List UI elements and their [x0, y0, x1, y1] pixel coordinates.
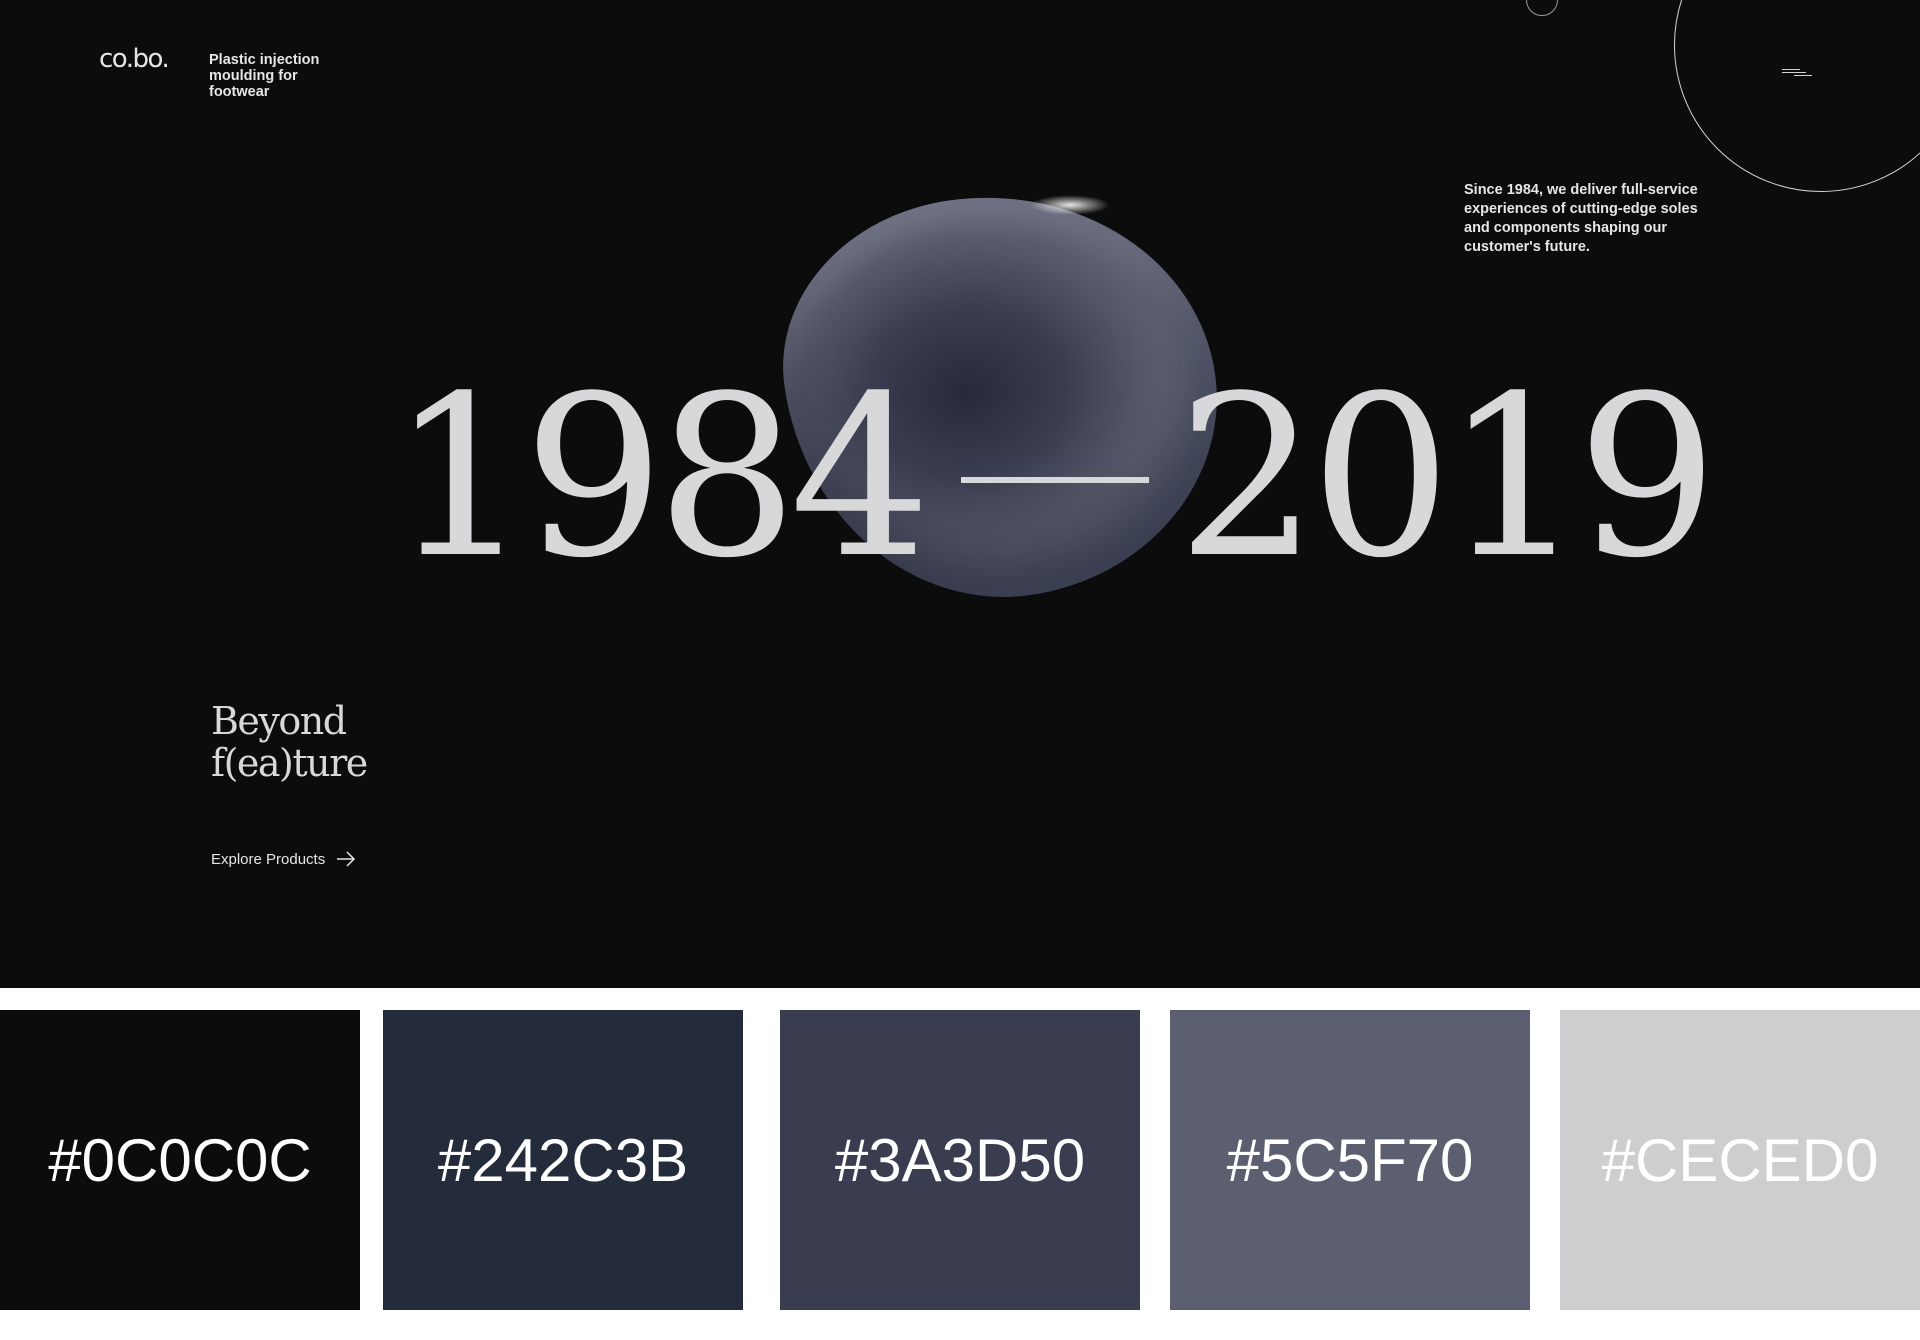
menu-line [1794, 75, 1812, 76]
explore-products-label: Explore Products [211, 850, 326, 868]
color-swatch: #5C5F70 [1170, 1010, 1530, 1310]
color-swatch: #CECED0 [1560, 1010, 1920, 1310]
brand-logo[interactable]: co.bo. [99, 44, 170, 74]
tagline-line: footwear [209, 84, 270, 100]
tagline-line: moulding for [209, 68, 298, 84]
menu-line [1782, 72, 1806, 73]
hero-years: 1984 2019 [390, 328, 1718, 628]
blob-highlight [1030, 195, 1110, 215]
menu-line [1782, 69, 1800, 70]
hero-section: co.bo. Plastic injection moulding for fo… [0, 0, 1920, 988]
swatch-label: #CECED0 [1601, 1126, 1879, 1194]
hamburger-menu-icon[interactable] [1780, 66, 1816, 82]
color-swatch: #242C3B [383, 1010, 743, 1310]
decorative-circle-large [1674, 0, 1920, 192]
intro-text: Since 1984, we deliver full-service expe… [1464, 182, 1698, 255]
swatch-label: #242C3B [437, 1126, 689, 1194]
color-swatch: #3A3D50 [780, 1010, 1140, 1310]
brand-tagline: Plastic injection moulding for footwear [209, 52, 349, 100]
subhead-line: f(ea)ture [211, 741, 368, 785]
explore-products-link[interactable]: Explore Products [211, 848, 357, 870]
swatch-label: #5C5F70 [1226, 1126, 1474, 1194]
swatch-label: #3A3D50 [834, 1126, 1086, 1194]
hero-subhead: Beyond f(ea)ture [211, 700, 411, 784]
tagline-line: Plastic injection [209, 52, 320, 68]
decorative-circle-small [1526, 0, 1558, 16]
swatch-label: #0C0C0C [48, 1126, 312, 1194]
year-end: 2019 [1176, 349, 1718, 607]
year-dash [960, 477, 1149, 483]
color-swatch: #0C0C0C [0, 1010, 360, 1310]
arrow-right-icon [337, 851, 356, 867]
year-start: 1984 [390, 349, 931, 607]
color-palette: #0C0C0C #242C3B #3A3D50 #5C5F70 #CECED0 [0, 1010, 1920, 1310]
subhead-line: Beyond [211, 699, 347, 743]
